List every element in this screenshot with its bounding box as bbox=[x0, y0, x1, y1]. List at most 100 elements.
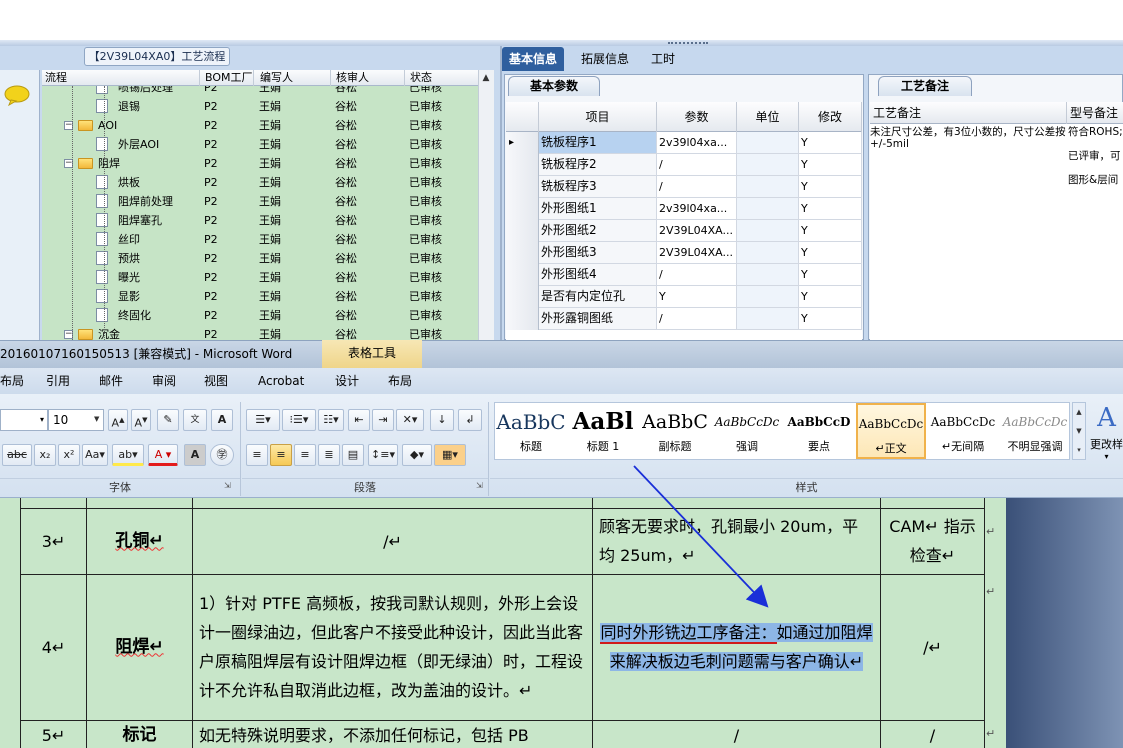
change-styles-button[interactable]: A 更改样 ▾ bbox=[1090, 400, 1123, 478]
paragraph-dialog-launcher-icon[interactable]: ⇲ bbox=[476, 481, 483, 490]
grid-cell-item[interactable]: 外形露铜图纸 bbox=[539, 308, 657, 329]
row-header[interactable]: ▸ bbox=[506, 132, 539, 154]
grid-cell-param[interactable]: / bbox=[657, 176, 737, 197]
tab-basic-params[interactable]: 基本参数 bbox=[508, 76, 600, 96]
grid-col-param[interactable]: 参数 bbox=[657, 102, 737, 132]
table-row[interactable]: ▸ 铣板程序1 2v39l04xa... Y bbox=[506, 132, 862, 154]
grid-cell-unit[interactable] bbox=[737, 308, 799, 329]
table-row[interactable]: 外形露铜图纸 / Y bbox=[506, 308, 862, 330]
row-header[interactable] bbox=[506, 198, 539, 220]
char-shading-icon[interactable]: A bbox=[184, 444, 206, 466]
phonetic-guide-icon[interactable]: 文 bbox=[183, 409, 207, 431]
row-header[interactable] bbox=[506, 242, 539, 264]
grid-cell-param[interactable]: / bbox=[657, 154, 737, 175]
col-header-reviewer[interactable]: 核审人 bbox=[333, 70, 405, 86]
style-heading1[interactable]: AaBl 标题 1 bbox=[568, 403, 638, 459]
grid-cell-unit[interactable] bbox=[737, 132, 799, 153]
tree-row[interactable]: 显影 P2 王娟 谷松 已审核 bbox=[42, 287, 478, 306]
grid-cell-unit[interactable] bbox=[737, 286, 799, 307]
tab-view[interactable]: 视图 bbox=[204, 368, 228, 394]
multilevel-list-icon[interactable]: ☷▾ bbox=[318, 409, 344, 431]
distributed-icon[interactable]: ▤ bbox=[342, 444, 364, 466]
row-header[interactable] bbox=[506, 286, 539, 308]
tab-extended-info[interactable]: 拓展信息 bbox=[574, 47, 636, 71]
grid-cell-param[interactable]: / bbox=[657, 308, 737, 329]
style-title[interactable]: AaBbC 标题 bbox=[496, 403, 566, 459]
grid-cell-modify[interactable]: Y bbox=[799, 154, 862, 175]
grid-cell-param[interactable]: 2v39l04xa... bbox=[657, 132, 737, 153]
sort-icon[interactable]: ↓ bbox=[430, 409, 454, 431]
grid-cell-modify[interactable]: Y bbox=[799, 198, 862, 219]
row-number[interactable]: 5↵ bbox=[20, 719, 87, 748]
borders-icon[interactable]: ▦▾ bbox=[434, 444, 466, 466]
shrink-font-icon[interactable]: A▼ bbox=[131, 409, 151, 431]
grid-col-unit[interactable]: 单位 bbox=[737, 102, 799, 132]
styles-scroll[interactable]: ▲ ▼ ▾ bbox=[1072, 402, 1086, 460]
tree-row[interactable]: 曝光 P2 王娟 谷松 已审核 bbox=[42, 268, 478, 287]
grid-cell-param[interactable]: 2v39l04xa... bbox=[657, 198, 737, 219]
row-requirement[interactable]: 如无特殊说明要求，不添加任何标记，包括 PB bbox=[192, 719, 593, 748]
shading-icon[interactable]: ◆▾ bbox=[402, 444, 432, 466]
style-subtitle[interactable]: AaBbC 副标题 bbox=[640, 403, 710, 459]
row-header[interactable] bbox=[506, 308, 539, 330]
tree-scrollbar[interactable] bbox=[478, 70, 494, 340]
tree-row[interactable]: 终固化 P2 王娟 谷松 已审核 bbox=[42, 306, 478, 325]
grid-cell-unit[interactable] bbox=[737, 264, 799, 285]
row-check[interactable]: /↵ bbox=[880, 573, 985, 721]
tab-process-notes[interactable]: 工艺备注 bbox=[878, 76, 972, 96]
col-header-flow[interactable]: 流程 bbox=[42, 70, 200, 86]
row-remark[interactable]: 同时外形铣边工序备注：如通过加阻焊来解决板边毛刺问题需与客户确认↵ bbox=[592, 573, 881, 721]
table-row[interactable]: 外形图纸1 2v39l04xa... Y bbox=[506, 198, 862, 220]
grid-cell-item[interactable]: 外形图纸2 bbox=[539, 220, 657, 241]
grid-cell-item[interactable]: 铣板程序3 bbox=[539, 176, 657, 197]
table-tools-tab[interactable]: 表格工具 bbox=[322, 340, 422, 368]
table-row[interactable]: 铣板程序3/ Y bbox=[506, 176, 862, 198]
row-remark[interactable]: / bbox=[592, 719, 881, 748]
tab-design[interactable]: 设计 bbox=[335, 368, 359, 394]
scroll-up-icon[interactable]: ▲ bbox=[478, 70, 494, 86]
font-dialog-launcher-icon[interactable]: ⇲ bbox=[224, 481, 231, 490]
grid-cell-modify[interactable]: Y bbox=[799, 132, 862, 153]
table-row[interactable]: 是否有内定位孔 Y Y bbox=[506, 286, 862, 308]
align-center-icon[interactable]: ≡ bbox=[270, 444, 292, 466]
grid-cell-param[interactable]: 2V39L04XA... bbox=[657, 242, 737, 263]
style-no-spacing[interactable]: AaBbCcDc ↵无间隔 bbox=[928, 403, 998, 459]
grid-cell-modify[interactable]: Y bbox=[799, 308, 862, 329]
style-subtle-emphasis[interactable]: AaBbCcDc 不明显强调 bbox=[1000, 403, 1070, 459]
grid-cell-unit[interactable] bbox=[737, 198, 799, 219]
grid-cell-item[interactable]: 外形图纸4 bbox=[539, 264, 657, 285]
tree-row[interactable]: 喷锡后处理 P2 王娟 谷松 已审核 bbox=[42, 86, 478, 97]
model-note-line-2[interactable]: 已评审，可 bbox=[1068, 150, 1123, 162]
highlight-color-icon[interactable]: ab▾ bbox=[112, 444, 144, 466]
grid-cell-unit[interactable] bbox=[737, 176, 799, 197]
row-requirement[interactable]: 1）针对 PTFE 高频板，按我司默认规则，外形上会设计一圈绿油边，但此客户不接… bbox=[192, 573, 593, 721]
tree-row[interactable]: 阻焊塞孔 P2 王娟 谷松 已审核 bbox=[42, 211, 478, 230]
style-emphasis[interactable]: AaBbCcDc 强调 bbox=[712, 403, 782, 459]
row-name[interactable]: 标记 bbox=[86, 719, 193, 748]
col-header-bom[interactable]: BOM工厂 bbox=[202, 70, 254, 86]
grid-cell-param[interactable]: / bbox=[657, 264, 737, 285]
tree-row[interactable]: 退锡 P2 王娟 谷松 已审核 bbox=[42, 97, 478, 116]
tab-references[interactable]: 引用 bbox=[46, 368, 70, 394]
superscript-icon[interactable]: x² bbox=[58, 444, 80, 466]
row-name[interactable]: 阻焊↵ bbox=[86, 573, 193, 721]
tab-work-hours[interactable]: 工时 bbox=[644, 47, 682, 71]
row-header[interactable] bbox=[506, 264, 539, 286]
notes-col-process[interactable]: 工艺备注 bbox=[870, 102, 921, 124]
grid-cell-item[interactable]: 铣板程序1 bbox=[539, 132, 657, 153]
notes-col-model[interactable]: 型号备注 bbox=[1066, 102, 1118, 124]
tree-row[interactable]: − 沉金 P2 王娟 谷松 已审核 bbox=[42, 325, 478, 340]
justify-icon[interactable]: ≣ bbox=[318, 444, 340, 466]
bullets-icon[interactable]: ☰▾ bbox=[246, 409, 280, 431]
model-note-line-1[interactable]: 符合ROHS; bbox=[1068, 126, 1123, 138]
strikethrough-icon[interactable]: abc bbox=[2, 444, 32, 466]
subscript-icon[interactable]: x₂ bbox=[34, 444, 56, 466]
grow-font-icon[interactable]: A▲ bbox=[108, 409, 128, 431]
grid-cell-unit[interactable] bbox=[737, 154, 799, 175]
tab-mailings[interactable]: 邮件 bbox=[99, 368, 123, 394]
font-name-box[interactable]: ▾ bbox=[0, 409, 48, 431]
tab-review[interactable]: 审阅 bbox=[152, 368, 176, 394]
grid-cell-modify[interactable]: Y bbox=[799, 242, 862, 263]
row-check[interactable]: CAM↵ 指示检查↵ bbox=[880, 507, 985, 575]
grid-cell-modify[interactable]: Y bbox=[799, 286, 862, 307]
